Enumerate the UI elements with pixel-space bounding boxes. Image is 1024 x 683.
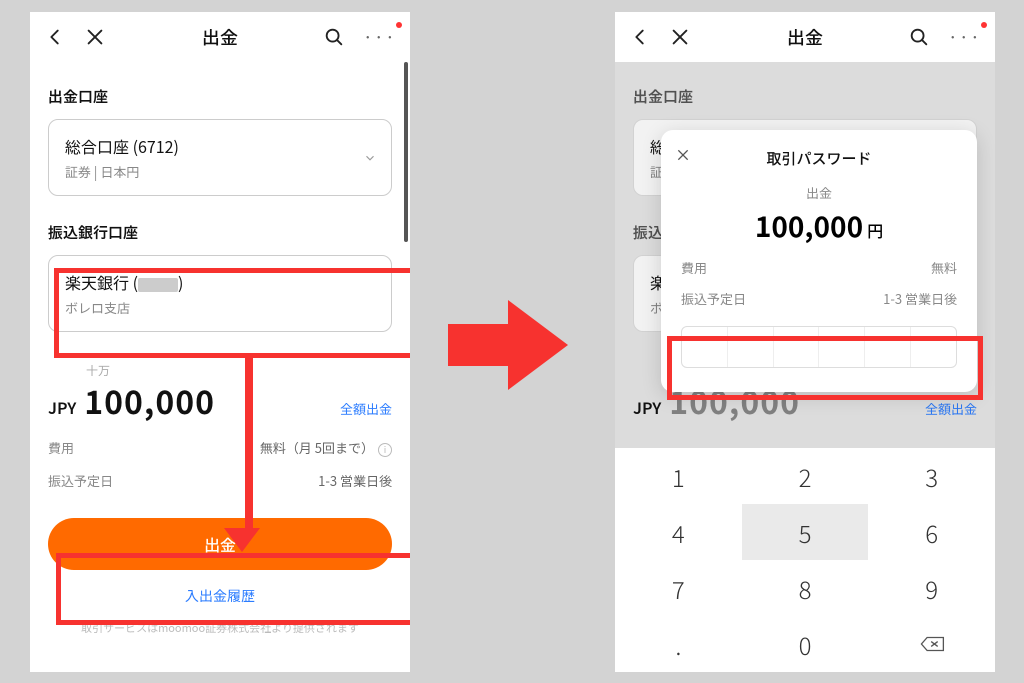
notification-dot — [396, 22, 402, 28]
account-detail: 証券 | 日本円 — [65, 162, 375, 181]
pin-cell[interactable] — [911, 327, 956, 367]
content-area: 出金口座 総合口座 (6712) 証券 | 日本円 振込銀行口座 楽天銀行 ()… — [30, 62, 410, 672]
modal-eta-label: 振込予定日 — [681, 289, 746, 308]
modal-eta-row: 振込予定日 1-3 営業日後 — [681, 289, 957, 308]
header-bar: 出金 ··· — [615, 12, 995, 62]
key-8[interactable]: 8 — [742, 560, 869, 616]
full-withdraw-link[interactable]: 全額出金 — [340, 399, 392, 418]
numeric-keypad: 1 2 3 4 5 6 7 8 9 . 0 — [615, 448, 995, 672]
section-label-account: 出金口座 — [633, 86, 977, 107]
withdraw-button[interactable]: 出金 — [48, 518, 392, 570]
key-9[interactable]: 9 — [868, 560, 995, 616]
page-title: 出金 — [787, 24, 823, 50]
service-footnote: 取引サービスはmoomoo証券株式会社より提供されます — [48, 620, 392, 636]
key-7[interactable]: 7 — [615, 560, 742, 616]
section-label-bank: 振込銀行口座 — [48, 222, 392, 243]
info-icon[interactable]: i — [378, 443, 392, 457]
search-icon[interactable] — [323, 26, 345, 48]
modal-fee-label: 費用 — [681, 258, 707, 277]
modal-subtitle: 出金 — [681, 183, 957, 202]
account-selector[interactable]: 総合口座 (6712) 証券 | 日本円 — [48, 119, 392, 196]
bank-name: 楽天銀行 () — [65, 270, 375, 294]
pin-input[interactable] — [681, 326, 957, 368]
pin-cell[interactable] — [865, 327, 911, 367]
more-icon[interactable]: ··· — [363, 24, 396, 50]
password-modal: 取引パスワード 出金 100,000円 費用 無料 振込予定日 1-3 営業日後 — [661, 130, 977, 392]
pin-cell[interactable] — [819, 327, 865, 367]
page-title: 出金 — [202, 24, 238, 50]
amount-row: 十万 JPY 100,000 全額出金 — [48, 378, 392, 424]
modal-eta-value: 1-3 営業日後 — [883, 289, 957, 308]
history-link[interactable]: 入出金履歴 — [48, 586, 392, 606]
account-name: 総合口座 (6712) — [65, 134, 375, 158]
key-0[interactable]: 0 — [742, 616, 869, 672]
redacted-text — [138, 278, 178, 292]
bank-selector[interactable]: 楽天銀行 () ボレロ支店 — [48, 255, 392, 332]
currency-label: JPY — [633, 395, 661, 419]
modal-fee-value: 無料 — [931, 258, 957, 277]
annotation-arrow-right — [448, 300, 568, 390]
key-1[interactable]: 1 — [615, 448, 742, 504]
header-bar: 出金 ··· — [30, 12, 410, 62]
key-6[interactable]: 6 — [868, 504, 995, 560]
close-icon[interactable] — [84, 26, 106, 48]
amount-value[interactable]: 100,000 — [84, 378, 215, 424]
modal-fee-row: 費用 無料 — [681, 258, 957, 277]
backspace-icon — [919, 634, 945, 654]
notification-dot — [981, 22, 987, 28]
modal-amount: 100,000円 — [681, 206, 957, 246]
modal-title: 取引パスワード — [681, 148, 957, 169]
currency-label: JPY — [48, 395, 76, 419]
chevron-down-icon — [363, 146, 377, 170]
key-3[interactable]: 3 — [868, 448, 995, 504]
eta-label: 振込予定日 — [48, 471, 113, 490]
fee-row: 費用 無料（月 5回まで）i — [48, 438, 392, 457]
fee-label: 費用 — [48, 438, 74, 457]
key-backspace[interactable] — [868, 616, 995, 672]
pin-cell[interactable] — [774, 327, 820, 367]
key-5[interactable]: 5 — [742, 504, 869, 560]
key-2[interactable]: 2 — [742, 448, 869, 504]
close-icon[interactable] — [669, 26, 691, 48]
back-icon[interactable] — [44, 26, 66, 48]
fee-value: 無料（月 5回まで）i — [260, 438, 392, 457]
key-4[interactable]: 4 — [615, 504, 742, 560]
more-icon[interactable]: ··· — [948, 24, 981, 50]
bank-branch: ボレロ支店 — [65, 298, 375, 317]
pin-cell[interactable] — [728, 327, 774, 367]
back-icon[interactable] — [629, 26, 651, 48]
full-withdraw-link: 全額出金 — [925, 399, 977, 418]
pin-cell[interactable] — [682, 327, 728, 367]
modal-close-icon[interactable] — [675, 144, 691, 168]
scrollbar[interactable] — [404, 62, 408, 242]
amount-hint: 十万 — [86, 362, 110, 379]
phone-screen-password-modal: 出金 ··· 出金口座 総 証 振込 楽 ボ JPY 100,000 全額出金 … — [615, 12, 995, 672]
phone-screen-withdraw-form: 出金 ··· 出金口座 総合口座 (6712) 証券 | 日本円 振込銀行口座 … — [30, 12, 410, 672]
key-dot[interactable]: . — [615, 616, 742, 672]
search-icon[interactable] — [908, 26, 930, 48]
eta-value: 1-3 営業日後 — [318, 471, 392, 490]
eta-row: 振込予定日 1-3 営業日後 — [48, 471, 392, 490]
section-label-account: 出金口座 — [48, 86, 392, 107]
